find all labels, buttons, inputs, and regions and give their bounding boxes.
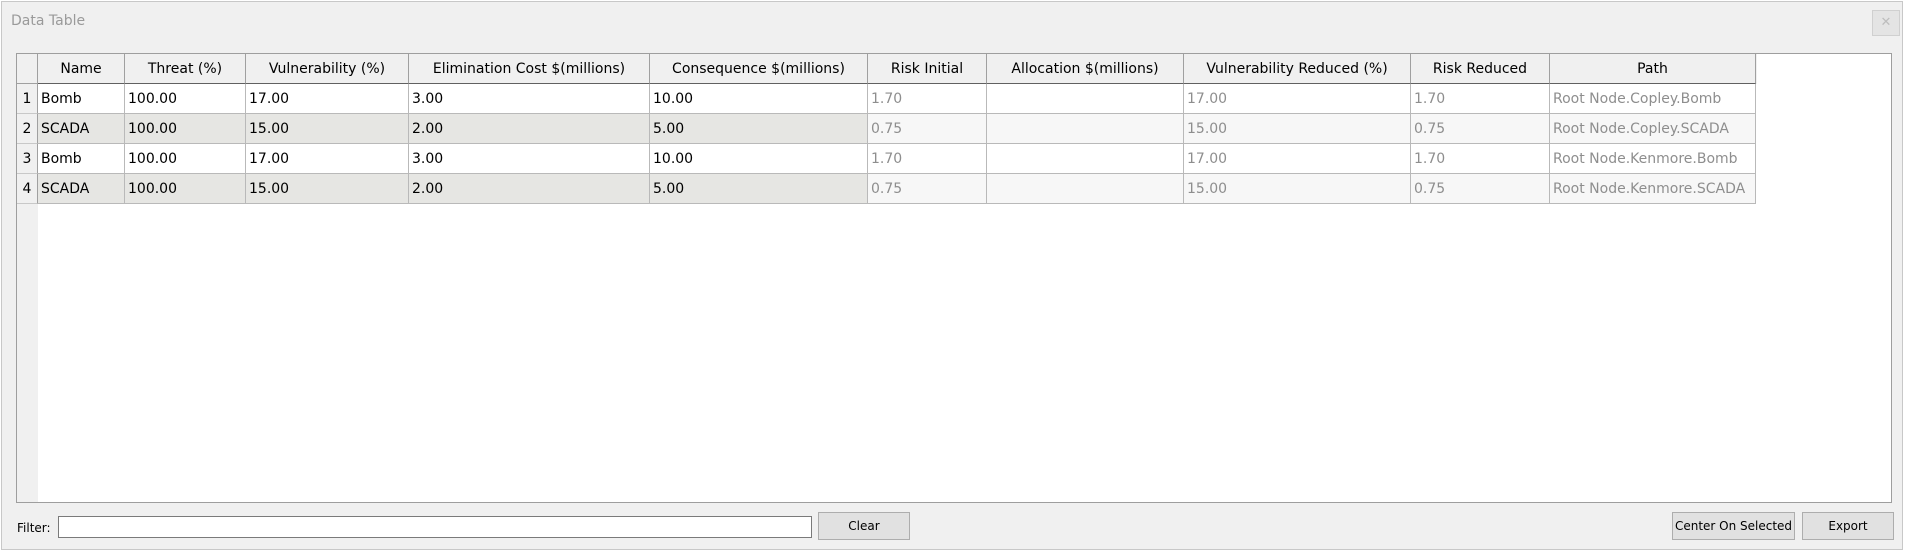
cell-elimination-cost[interactable]: 3.00 xyxy=(409,144,650,174)
cell-consequence[interactable]: 5.00 xyxy=(650,174,868,204)
cell-name[interactable]: SCADA xyxy=(38,174,125,204)
cell-name[interactable]: Bomb xyxy=(38,84,125,114)
corner-cell[interactable] xyxy=(17,54,38,84)
col-header-elimination-cost[interactable]: Elimination Cost $(millions) xyxy=(409,54,650,84)
cell-name[interactable]: SCADA xyxy=(38,114,125,144)
cell-elimination-cost[interactable]: 3.00 xyxy=(409,84,650,114)
cell-allocation[interactable] xyxy=(987,144,1184,174)
window-title: Data Table xyxy=(11,13,86,29)
row-number[interactable]: 2 xyxy=(17,114,38,144)
center-on-selected-button[interactable]: Center On Selected xyxy=(1672,512,1795,540)
row-number[interactable]: 4 xyxy=(17,174,38,204)
cell-vulnerability[interactable]: 15.00 xyxy=(246,174,409,204)
cell-path[interactable]: Root Node.Copley.Bomb xyxy=(1550,84,1756,114)
cell-path[interactable]: Root Node.Copley.SCADA xyxy=(1550,114,1756,144)
cell-path[interactable]: Root Node.Kenmore.SCADA xyxy=(1550,174,1756,204)
cell-allocation[interactable] xyxy=(987,174,1184,204)
cell-allocation[interactable] xyxy=(987,84,1184,114)
row-number[interactable]: 1 xyxy=(17,84,38,114)
col-header-vulnerability-reduced[interactable]: Vulnerability Reduced (%) xyxy=(1184,54,1411,84)
cell-vulnerability-reduced[interactable]: 17.00 xyxy=(1184,84,1411,114)
cell-name[interactable]: Bomb xyxy=(38,144,125,174)
col-header-risk-reduced[interactable]: Risk Reduced xyxy=(1411,54,1550,84)
cell-risk-reduced[interactable]: 0.75 xyxy=(1411,114,1550,144)
filter-input[interactable] xyxy=(58,516,812,538)
cell-threat[interactable]: 100.00 xyxy=(125,144,246,174)
cell-vulnerability[interactable]: 17.00 xyxy=(246,144,409,174)
cell-threat[interactable]: 100.00 xyxy=(125,84,246,114)
title-bar: Data Table ✕ xyxy=(2,2,1902,38)
data-table-window: Data Table ✕ Name Threat (%) Vulnerabili… xyxy=(1,1,1903,550)
cell-threat[interactable]: 100.00 xyxy=(125,174,246,204)
cell-risk-initial[interactable]: 1.70 xyxy=(868,84,987,114)
cell-vulnerability-reduced[interactable]: 15.00 xyxy=(1184,174,1411,204)
col-header-threat[interactable]: Threat (%) xyxy=(125,54,246,84)
col-header-allocation[interactable]: Allocation $(millions) xyxy=(987,54,1184,84)
close-icon: ✕ xyxy=(1880,15,1892,30)
cell-risk-initial[interactable]: 0.75 xyxy=(868,174,987,204)
data-grid[interactable]: Name Threat (%) Vulnerability (%) Elimin… xyxy=(16,53,1892,503)
cell-consequence[interactable]: 5.00 xyxy=(650,114,868,144)
col-header-path[interactable]: Path xyxy=(1550,54,1756,84)
cell-risk-reduced[interactable]: 0.75 xyxy=(1411,174,1550,204)
row-number[interactable]: 3 xyxy=(17,144,38,174)
cell-consequence[interactable]: 10.00 xyxy=(650,84,868,114)
cell-risk-initial[interactable]: 1.70 xyxy=(868,144,987,174)
cell-elimination-cost[interactable]: 2.00 xyxy=(409,114,650,144)
table-row[interactable]: 4 SCADA 100.00 15.00 2.00 5.00 0.75 15.0… xyxy=(17,174,1757,204)
cell-allocation[interactable] xyxy=(987,114,1184,144)
cell-vulnerability-reduced[interactable]: 17.00 xyxy=(1184,144,1411,174)
header-row: Name Threat (%) Vulnerability (%) Elimin… xyxy=(17,54,1757,84)
col-header-name[interactable]: Name xyxy=(38,54,125,84)
cell-elimination-cost[interactable]: 2.00 xyxy=(409,174,650,204)
cell-consequence[interactable]: 10.00 xyxy=(650,144,868,174)
col-header-consequence[interactable]: Consequence $(millions) xyxy=(650,54,868,84)
filter-label: Filter: xyxy=(17,521,51,535)
table-row[interactable]: 2 SCADA 100.00 15.00 2.00 5.00 0.75 15.0… xyxy=(17,114,1757,144)
cell-threat[interactable]: 100.00 xyxy=(125,114,246,144)
clear-button[interactable]: Clear xyxy=(818,512,910,540)
cell-risk-initial[interactable]: 0.75 xyxy=(868,114,987,144)
cell-vulnerability[interactable]: 15.00 xyxy=(246,114,409,144)
export-button[interactable]: Export xyxy=(1802,512,1894,540)
close-button[interactable]: ✕ xyxy=(1872,10,1900,36)
col-header-vulnerability[interactable]: Vulnerability (%) xyxy=(246,54,409,84)
cell-vulnerability[interactable]: 17.00 xyxy=(246,84,409,114)
cell-path[interactable]: Root Node.Kenmore.Bomb xyxy=(1550,144,1756,174)
table-row[interactable]: 3 Bomb 100.00 17.00 3.00 10.00 1.70 17.0… xyxy=(17,144,1757,174)
table-row[interactable]: 1 Bomb 100.00 17.00 3.00 10.00 1.70 17.0… xyxy=(17,84,1757,114)
cell-vulnerability-reduced[interactable]: 15.00 xyxy=(1184,114,1411,144)
cell-risk-reduced[interactable]: 1.70 xyxy=(1411,144,1550,174)
col-header-risk-initial[interactable]: Risk Initial xyxy=(868,54,987,84)
cell-risk-reduced[interactable]: 1.70 xyxy=(1411,84,1550,114)
